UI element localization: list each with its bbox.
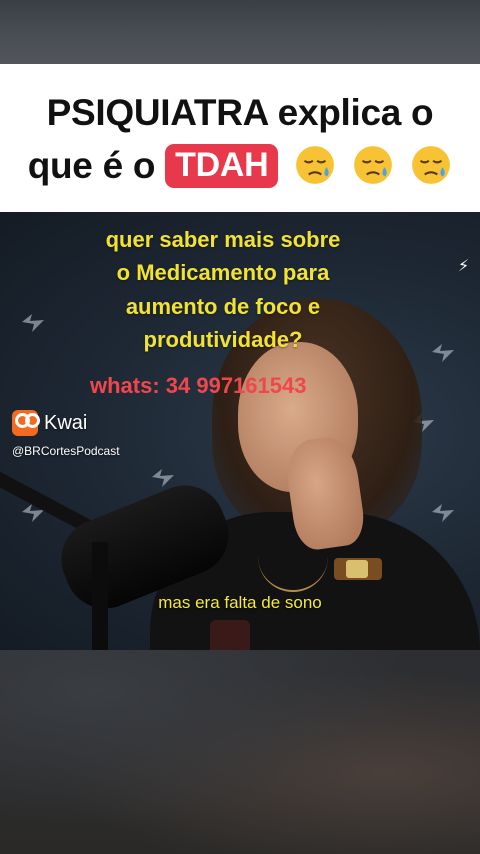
channel-handle: @BRCortesPodcast [12, 444, 120, 458]
whatsapp-contact: whats: 34 997161543 [90, 373, 307, 398]
video-subtitle: mas era falta de sono [158, 593, 322, 612]
cup [210, 620, 250, 650]
tdah-badge: TDAH [165, 144, 279, 188]
sad-sweat-face-emoji-icon [296, 146, 335, 184]
lightning-bolt-icon: ⚡ [458, 256, 470, 275]
promo-line-3: aumento de foco e [125, 294, 321, 319]
kwai-logo-icon [12, 410, 40, 436]
title-line-2: que é o TDAH [0, 144, 480, 188]
wrist-watch [334, 558, 382, 580]
video-frame[interactable]: quer saber mais sobre o Medicamento para… [0, 212, 480, 650]
kwai-watermark: Kwai [44, 412, 88, 434]
title-panel: PSIQUIATRA explica o que é o TDAH [0, 64, 480, 212]
sad-sweat-face-emoji-icon [354, 146, 393, 184]
lightning-bolt-icon [152, 469, 174, 487]
title-line-2-prefix: que é o [27, 145, 156, 186]
watch-face [346, 560, 368, 578]
bottom-blurred-background [0, 650, 480, 854]
promo-line-4: produtividade? [143, 327, 303, 352]
sad-sweat-face-emoji-icon [412, 146, 451, 184]
promo-line-2: o Medicamento para [116, 260, 330, 285]
top-blurred-background [0, 0, 480, 64]
title-line-1: PSIQUIATRA explica o [46, 92, 434, 133]
lightning-bolt-icon [432, 504, 454, 522]
promo-line-1: quer saber mais sobre [105, 227, 341, 252]
